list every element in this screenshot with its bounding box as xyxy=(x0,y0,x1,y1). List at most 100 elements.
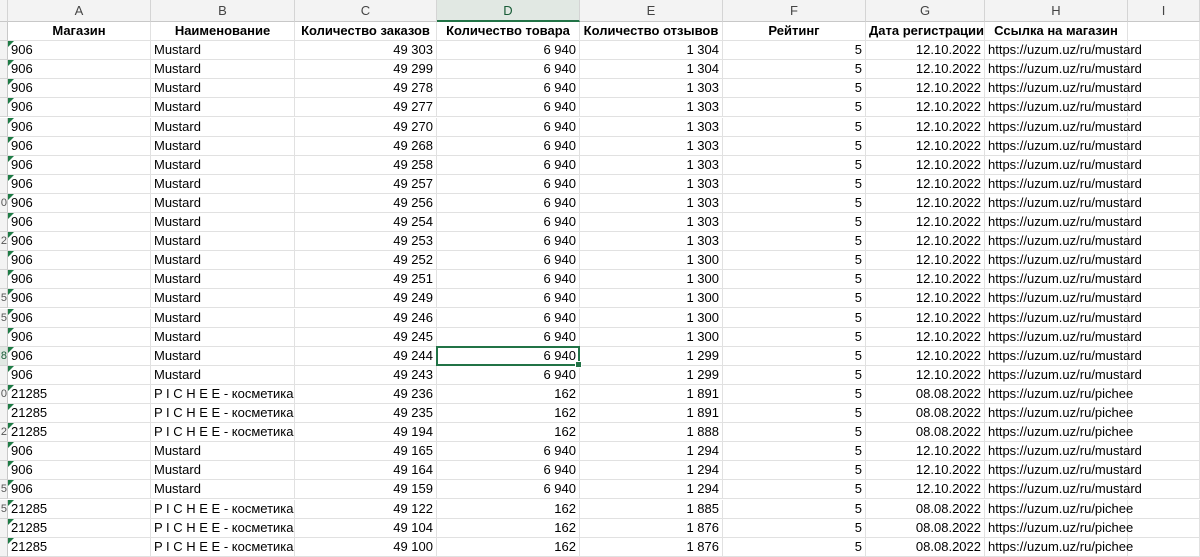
product-count-cell[interactable]: 162 xyxy=(437,423,580,443)
empty-cell[interactable] xyxy=(1128,404,1200,424)
reviews-count-cell[interactable]: 1 294 xyxy=(580,461,723,481)
registration-date-cell[interactable]: 12.10.2022 xyxy=(866,60,985,80)
rating-cell[interactable]: 5 xyxy=(723,346,866,366)
store-id-cell[interactable]: 906 xyxy=(8,270,151,290)
orders-count-cell[interactable]: 49 100 xyxy=(295,537,437,557)
orders-count-cell[interactable]: 49 270 xyxy=(295,117,437,137)
rating-cell[interactable]: 5 xyxy=(723,289,866,309)
product-count-cell[interactable]: 6 940 xyxy=(437,213,580,233)
column-header-f[interactable]: F xyxy=(723,0,866,22)
column-title-cell[interactable]: Количество заказов xyxy=(295,22,437,42)
store-link-cell[interactable]: https://uzum.uz/ru/mustard xyxy=(985,480,1142,500)
store-link-cell[interactable]: https://uzum.uz/ru/mustard xyxy=(985,117,1142,137)
orders-count-cell[interactable]: 49 122 xyxy=(295,499,437,519)
store-id-cell[interactable]: 906 xyxy=(8,213,151,233)
reviews-count-cell[interactable]: 1 300 xyxy=(580,308,723,328)
registration-date-cell[interactable]: 12.10.2022 xyxy=(866,79,985,99)
orders-count-cell[interactable]: 49 236 xyxy=(295,384,437,404)
store-link-cell[interactable]: https://uzum.uz/ru/mustard xyxy=(985,346,1142,366)
row-header[interactable] xyxy=(0,60,8,80)
product-count-cell[interactable]: 6 940 xyxy=(437,232,580,252)
store-link-cell[interactable]: https://uzum.uz/ru/mustard xyxy=(985,442,1142,462)
rating-cell[interactable]: 5 xyxy=(723,365,866,385)
registration-date-cell[interactable]: 12.10.2022 xyxy=(866,346,985,366)
row-header[interactable]: 5 xyxy=(0,480,8,500)
empty-cell[interactable] xyxy=(1128,461,1200,481)
reviews-count-cell[interactable]: 1 303 xyxy=(580,136,723,156)
row-header[interactable] xyxy=(0,404,8,424)
registration-date-cell[interactable]: 08.08.2022 xyxy=(866,423,985,443)
registration-date-cell[interactable]: 12.10.2022 xyxy=(866,98,985,118)
product-count-cell[interactable]: 6 940 xyxy=(437,193,580,213)
registration-date-cell[interactable]: 12.10.2022 xyxy=(866,232,985,252)
empty-cell[interactable] xyxy=(1128,136,1200,156)
store-id-cell[interactable]: 906 xyxy=(8,442,151,462)
registration-date-cell[interactable]: 08.08.2022 xyxy=(866,537,985,557)
product-count-cell[interactable]: 6 940 xyxy=(437,136,580,156)
row-header[interactable] xyxy=(0,251,8,271)
registration-date-cell[interactable]: 12.10.2022 xyxy=(866,136,985,156)
row-header[interactable]: 8 xyxy=(0,346,8,366)
orders-count-cell[interactable]: 49 246 xyxy=(295,308,437,328)
store-link-cell[interactable]: https://uzum.uz/ru/mustard xyxy=(985,308,1142,328)
registration-date-cell[interactable]: 08.08.2022 xyxy=(866,404,985,424)
spreadsheet-grid[interactable]: A B C D E F G H I Магазин Наименование Количество з… xyxy=(0,0,1200,557)
orders-count-cell[interactable]: 49 159 xyxy=(295,480,437,500)
empty-cell[interactable] xyxy=(1128,60,1200,80)
empty-cell[interactable] xyxy=(1128,480,1200,500)
store-id-cell[interactable]: 906 xyxy=(8,251,151,271)
reviews-count-cell[interactable]: 1 304 xyxy=(580,60,723,80)
store-name-cell[interactable]: P I C H E E - косметика и xyxy=(151,537,295,557)
reviews-count-cell[interactable]: 1 885 xyxy=(580,499,723,519)
product-count-cell[interactable]: 6 940 xyxy=(437,442,580,462)
empty-cell[interactable] xyxy=(1128,232,1200,252)
orders-count-cell[interactable]: 49 249 xyxy=(295,289,437,309)
rating-cell[interactable]: 5 xyxy=(723,384,866,404)
reviews-count-cell[interactable]: 1 304 xyxy=(580,41,723,61)
store-name-cell[interactable]: Mustard xyxy=(151,60,295,80)
store-name-cell[interactable]: Mustard xyxy=(151,308,295,328)
store-name-cell[interactable]: P I C H E E - косметика и xyxy=(151,384,295,404)
orders-count-cell[interactable]: 49 303 xyxy=(295,41,437,61)
empty-cell[interactable] xyxy=(1128,98,1200,118)
empty-cell[interactable] xyxy=(1128,270,1200,290)
store-link-cell[interactable]: https://uzum.uz/ru/pichee xyxy=(985,518,1133,538)
row-header[interactable] xyxy=(0,213,8,233)
store-link-cell[interactable]: https://uzum.uz/ru/pichee xyxy=(985,384,1133,404)
store-link-cell[interactable]: https://uzum.uz/ru/pichee xyxy=(985,404,1133,424)
store-name-cell[interactable]: Mustard xyxy=(151,346,295,366)
store-id-cell[interactable]: 906 xyxy=(8,193,151,213)
store-name-cell[interactable]: Mustard xyxy=(151,270,295,290)
store-id-cell[interactable]: 906 xyxy=(8,98,151,118)
empty-cell[interactable] xyxy=(1128,384,1200,404)
registration-date-cell[interactable]: 12.10.2022 xyxy=(866,461,985,481)
store-name-cell[interactable]: P I C H E E - косметика и xyxy=(151,518,295,538)
store-id-cell[interactable]: 906 xyxy=(8,289,151,309)
store-name-cell[interactable]: Mustard xyxy=(151,117,295,137)
orders-count-cell[interactable]: 49 278 xyxy=(295,79,437,99)
rating-cell[interactable]: 5 xyxy=(723,41,866,61)
store-name-cell[interactable]: Mustard xyxy=(151,79,295,99)
store-name-cell[interactable]: P I C H E E - косметика и xyxy=(151,423,295,443)
store-name-cell[interactable]: Mustard xyxy=(151,442,295,462)
store-link-cell[interactable]: https://uzum.uz/ru/mustard xyxy=(985,41,1142,61)
registration-date-cell[interactable]: 12.10.2022 xyxy=(866,251,985,271)
product-count-cell[interactable]: 6 940 xyxy=(437,174,580,194)
reviews-count-cell[interactable]: 1 888 xyxy=(580,423,723,443)
store-name-cell[interactable]: Mustard xyxy=(151,98,295,118)
product-count-cell[interactable]: 6 940 xyxy=(437,251,580,271)
rating-cell[interactable]: 5 xyxy=(723,117,866,137)
orders-count-cell[interactable]: 49 299 xyxy=(295,60,437,80)
empty-cell[interactable] xyxy=(1128,346,1200,366)
store-id-cell[interactable]: 906 xyxy=(8,79,151,99)
empty-cell[interactable] xyxy=(1128,41,1200,61)
store-name-cell[interactable]: Mustard xyxy=(151,327,295,347)
rating-cell[interactable]: 5 xyxy=(723,193,866,213)
store-name-cell[interactable]: Mustard xyxy=(151,251,295,271)
store-link-cell[interactable]: https://uzum.uz/ru/mustard xyxy=(985,289,1142,309)
column-title-cell[interactable]: Количество отзывов xyxy=(580,22,723,42)
row-header[interactable] xyxy=(0,117,8,137)
product-count-cell[interactable]: 162 xyxy=(437,384,580,404)
store-id-cell[interactable]: 906 xyxy=(8,60,151,80)
store-id-cell[interactable]: 906 xyxy=(8,117,151,137)
